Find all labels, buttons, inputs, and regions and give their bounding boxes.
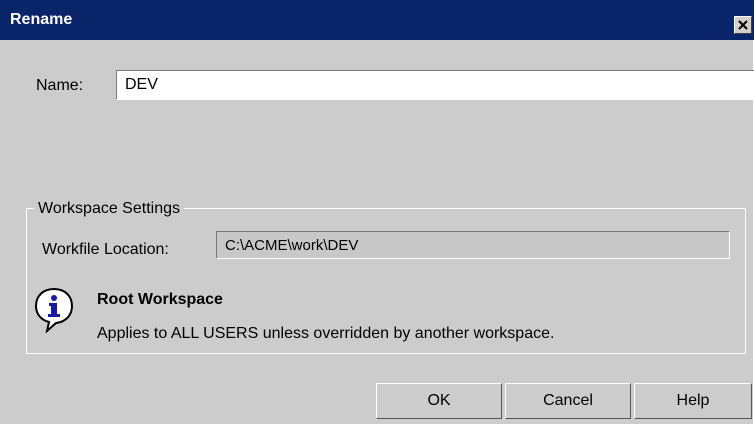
help-button[interactable]: Help (634, 383, 752, 419)
name-input[interactable] (116, 70, 754, 100)
close-icon (738, 20, 748, 30)
workfile-location-field: C:\ACME\work\DEV (216, 231, 730, 259)
workfile-location-label: Workfile Location: (42, 241, 169, 258)
ok-button[interactable]: OK (376, 383, 502, 419)
workspace-settings-title: Workspace Settings (34, 200, 184, 218)
root-workspace-title: Root Workspace (97, 291, 223, 308)
close-button[interactable] (734, 16, 752, 34)
dialog-title: Rename (10, 11, 73, 28)
root-workspace-description: Applies to ALL USERS unless overridden b… (97, 325, 555, 342)
title-bar[interactable]: Rename (0, 0, 754, 40)
cancel-button[interactable]: Cancel (505, 383, 631, 419)
rename-dialog: Rename Name: Workspace Settings Workfile… (0, 0, 754, 424)
name-label: Name: (36, 77, 84, 94)
info-icon (34, 287, 74, 333)
